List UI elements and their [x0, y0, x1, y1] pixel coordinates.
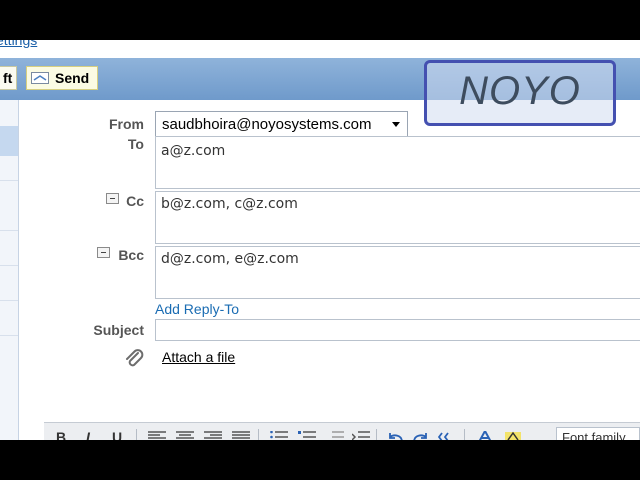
numbered-list-icon[interactable]: [298, 431, 316, 440]
send-button[interactable]: Send: [26, 66, 99, 90]
send-button-label: Send: [55, 70, 90, 86]
indent-icon[interactable]: [352, 431, 370, 440]
subject-label: Subject: [93, 322, 144, 338]
paperclip-icon: [126, 349, 144, 367]
outdent-icon[interactable]: [326, 431, 344, 440]
from-select[interactable]: saudbhoira@noyosystems.com: [155, 111, 408, 137]
toolbar-separator: [376, 429, 377, 440]
bcc-collapse-icon[interactable]: [97, 247, 110, 258]
toolbar-separator: [258, 429, 259, 440]
sidebar-divider: [0, 230, 18, 231]
from-value: saudbhoira@noyosystems.com: [162, 116, 372, 133]
bold-button[interactable]: B: [56, 429, 66, 440]
subject-input[interactable]: [155, 319, 640, 341]
sidebar-divider: [0, 300, 18, 301]
to-label: To: [127, 136, 144, 152]
bullet-list-icon[interactable]: [270, 431, 288, 440]
sidebar-divider: [0, 265, 18, 266]
cc-label: Cc: [126, 193, 144, 209]
sidebar-selected-item[interactable]: [0, 126, 18, 156]
cc-collapse-icon[interactable]: [106, 193, 119, 204]
toolbar-separator: [464, 429, 465, 440]
italic-button[interactable]: I: [86, 429, 90, 440]
highlight-color-icon[interactable]: [504, 431, 522, 440]
send-icon: [31, 72, 49, 84]
align-left-icon[interactable]: [148, 431, 166, 440]
sidebar: [0, 100, 19, 440]
cc-value: b@z.com, c@z.com: [161, 196, 298, 212]
align-right-icon[interactable]: [204, 431, 222, 440]
text-color-icon[interactable]: [476, 431, 494, 440]
to-value: a@z.com: [161, 143, 226, 159]
bcc-value: d@z.com, e@z.com: [161, 251, 299, 267]
to-field[interactable]: a@z.com: [155, 136, 640, 189]
redo-icon[interactable]: [412, 431, 430, 440]
underline-button[interactable]: U: [112, 429, 122, 440]
toolbar-separator: [136, 429, 137, 440]
quote-icon[interactable]: [438, 431, 456, 440]
sidebar-divider: [0, 180, 18, 181]
align-justify-icon[interactable]: [232, 431, 250, 440]
cc-field[interactable]: b@z.com, c@z.com: [155, 191, 640, 244]
save-draft-button[interactable]: ft: [0, 66, 18, 90]
editor-toolbar: B I U Font family: [44, 422, 640, 440]
align-center-icon[interactable]: [176, 431, 194, 440]
undo-icon[interactable]: [386, 431, 404, 440]
from-label: From: [109, 116, 144, 132]
bcc-field[interactable]: d@z.com, e@z.com: [155, 246, 640, 299]
logo-text: NOYO: [459, 69, 581, 113]
chevron-down-icon: [392, 122, 400, 127]
attach-file-link[interactable]: Attach a file: [162, 349, 235, 365]
settings-link[interactable]: ettings: [0, 40, 37, 48]
font-family-select[interactable]: Font family: [556, 427, 640, 440]
sidebar-divider: [0, 335, 18, 336]
bcc-label: Bcc: [118, 247, 144, 263]
compose-screen: ettings ft Send NOYO From saudbhoira@noy…: [0, 40, 640, 440]
add-reply-to-link[interactable]: Add Reply-To: [155, 301, 239, 317]
noyo-logo: NOYO: [424, 60, 616, 126]
